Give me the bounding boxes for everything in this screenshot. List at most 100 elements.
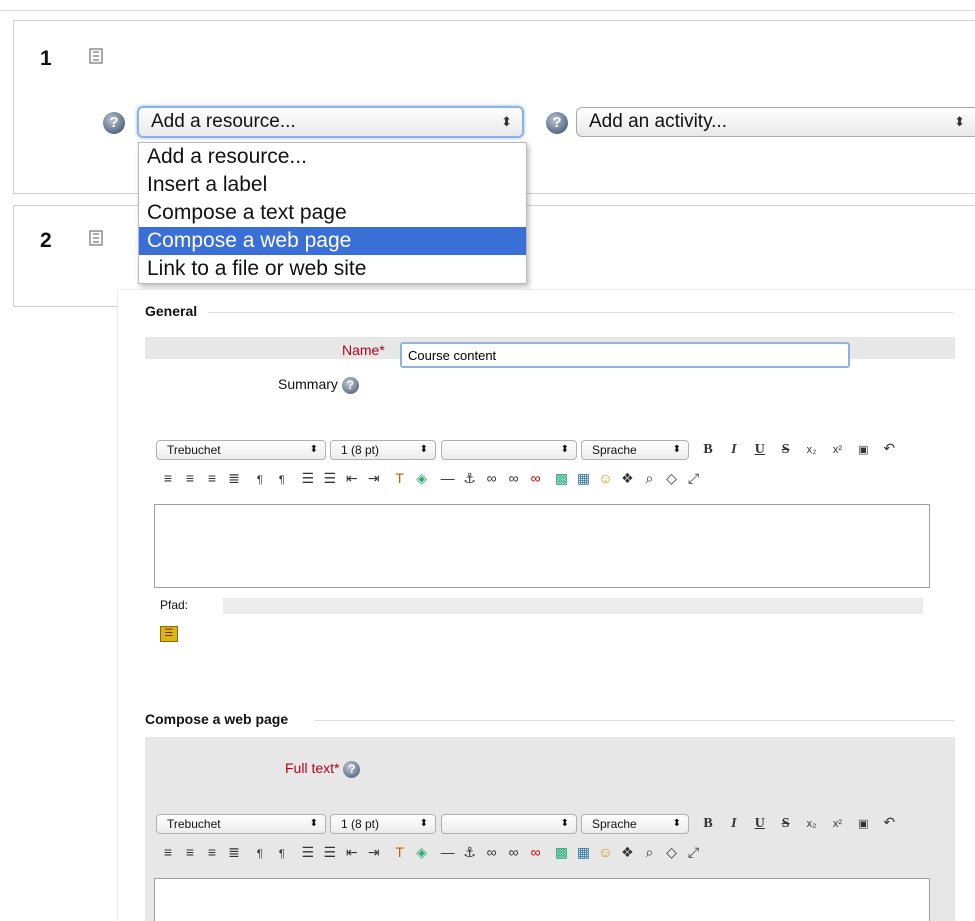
- horizontal-rule-icon[interactable]: —: [438, 468, 458, 488]
- font-size-select[interactable]: 1 (8 pt) ⬍: [330, 814, 436, 834]
- select-arrows-icon: ⬍: [560, 444, 569, 455]
- text-color-icon[interactable]: T: [390, 468, 410, 488]
- justify-icon[interactable]: ≣: [224, 468, 244, 488]
- italic-button[interactable]: I: [724, 440, 744, 460]
- html-source-icon[interactable]: ◇: [661, 468, 681, 488]
- unlink-icon[interactable]: ∞: [504, 468, 524, 488]
- superscript-button[interactable]: x²: [827, 440, 847, 460]
- help-icon[interactable]: ?: [343, 760, 361, 778]
- name-label: Name*: [342, 342, 385, 358]
- summary-editor-area[interactable]: [154, 504, 930, 588]
- indent-icon[interactable]: ⇥: [364, 468, 384, 488]
- outdent-icon[interactable]: ⇤: [342, 468, 362, 488]
- select-arrows-icon: ⬍: [419, 444, 428, 455]
- underline-button[interactable]: U: [750, 814, 770, 834]
- general-legend: General: [145, 303, 198, 319]
- image-icon[interactable]: ▩: [551, 468, 571, 488]
- rtl-icon[interactable]: ¶: [272, 844, 292, 864]
- align-center-icon[interactable]: ≡: [180, 842, 200, 862]
- rtl-icon[interactable]: ¶: [272, 470, 292, 490]
- menu-item-compose-web-page[interactable]: Compose a web page: [139, 227, 526, 255]
- nolink-icon[interactable]: ∞: [526, 468, 546, 488]
- move-handle-icon[interactable]: [89, 48, 103, 64]
- subscript-button[interactable]: x₂: [802, 440, 822, 460]
- select-arrows-icon: ⬍: [501, 114, 512, 129]
- anchor-icon[interactable]: ⚓: [460, 468, 480, 488]
- unordered-list-icon[interactable]: ☰: [320, 468, 340, 488]
- section-number: 2: [40, 229, 52, 252]
- underline-button[interactable]: U: [750, 440, 770, 460]
- language-select[interactable]: Sprache ⬍: [581, 440, 689, 460]
- superscript-button[interactable]: x²: [827, 814, 847, 834]
- background-color-icon[interactable]: ◈: [412, 468, 432, 488]
- language-select[interactable]: Sprache ⬍: [581, 814, 689, 834]
- italic-button[interactable]: I: [724, 814, 744, 834]
- font-size-select[interactable]: 1 (8 pt) ⬍: [330, 440, 436, 460]
- clean-word-icon[interactable]: ▣: [853, 440, 873, 460]
- html-source-icon[interactable]: ◇: [661, 842, 681, 862]
- undo-button[interactable]: ↶: [879, 438, 899, 458]
- font-family-select[interactable]: Trebuchet ⬍: [156, 440, 326, 460]
- justify-icon[interactable]: ≣: [224, 842, 244, 862]
- add-resource-select[interactable]: Add a resource... ⬍: [137, 106, 524, 138]
- unordered-list-icon[interactable]: ☰: [320, 842, 340, 862]
- special-char-icon[interactable]: ❖: [617, 842, 637, 862]
- help-icon[interactable]: ?: [103, 112, 125, 134]
- font-family-select[interactable]: Trebuchet ⬍: [156, 814, 326, 834]
- undo-button[interactable]: ↶: [879, 812, 899, 832]
- bold-button[interactable]: B: [698, 814, 718, 834]
- ltr-icon[interactable]: ¶: [250, 470, 270, 490]
- required-mark: *: [379, 342, 385, 358]
- indent-icon[interactable]: ⇥: [364, 842, 384, 862]
- search-replace-icon[interactable]: ⌕: [639, 842, 659, 862]
- nolink-icon[interactable]: ∞: [526, 842, 546, 862]
- bold-button[interactable]: B: [698, 440, 718, 460]
- align-center-icon[interactable]: ≡: [180, 468, 200, 488]
- menu-item-compose-text-page[interactable]: Compose a text page: [139, 199, 526, 227]
- formatting-buttons: B I U S x₂ x² ▣ ↶: [698, 438, 901, 460]
- add-activity-select[interactable]: Add an activity... ⬍: [576, 107, 975, 137]
- align-right-icon[interactable]: ≡: [202, 468, 222, 488]
- help-icon[interactable]: ?: [546, 112, 568, 134]
- strikethrough-button[interactable]: S: [776, 814, 796, 834]
- fullscreen-icon[interactable]: ⤢: [683, 842, 703, 862]
- unlink-icon[interactable]: ∞: [504, 842, 524, 862]
- menu-item-insert-label[interactable]: Insert a label: [139, 171, 526, 199]
- smiley-icon[interactable]: ☺: [595, 842, 615, 862]
- table-icon[interactable]: ▦: [573, 468, 593, 488]
- language-value: Sprache: [592, 817, 637, 831]
- strikethrough-button[interactable]: S: [776, 440, 796, 460]
- help-icon[interactable]: ?: [341, 376, 359, 394]
- link-icon[interactable]: ∞: [482, 468, 502, 488]
- special-char-icon[interactable]: ❖: [617, 468, 637, 488]
- edit-form-panel: General Name* Summary ? Trebuchet ⬍ 1 (8 …: [118, 290, 975, 921]
- text-color-icon[interactable]: T: [390, 842, 410, 862]
- table-icon[interactable]: ▦: [573, 842, 593, 862]
- align-left-icon[interactable]: ≡: [158, 842, 178, 862]
- outdent-icon[interactable]: ⇤: [342, 842, 362, 862]
- ordered-list-icon[interactable]: ☰: [298, 468, 318, 488]
- ordered-list-icon[interactable]: ☰: [298, 842, 318, 862]
- menu-item-add-resource[interactable]: Add a resource...: [139, 143, 526, 171]
- ltr-icon[interactable]: ¶: [250, 844, 270, 864]
- align-left-icon[interactable]: ≡: [158, 468, 178, 488]
- anchor-icon[interactable]: ⚓: [460, 842, 480, 862]
- search-replace-icon[interactable]: ⌕: [639, 468, 659, 488]
- link-icon[interactable]: ∞: [482, 842, 502, 862]
- smiley-icon[interactable]: ☺: [595, 468, 615, 488]
- menu-item-link-file-website[interactable]: Link to a file or web site: [139, 255, 526, 283]
- image-icon[interactable]: ▩: [551, 842, 571, 862]
- format-select[interactable]: ⬍: [441, 814, 577, 834]
- subscript-button[interactable]: x₂: [802, 814, 822, 834]
- format-select[interactable]: ⬍: [441, 440, 577, 460]
- horizontal-rule-icon[interactable]: —: [438, 842, 458, 862]
- move-handle-icon[interactable]: [89, 230, 103, 246]
- format-help-icon[interactable]: ☰: [160, 626, 178, 642]
- align-right-icon[interactable]: ≡: [202, 842, 222, 862]
- fulltext-editor-area[interactable]: [154, 878, 930, 921]
- clean-word-icon[interactable]: ▣: [853, 814, 873, 834]
- select-arrows-icon: ⬍: [560, 818, 569, 829]
- fullscreen-icon[interactable]: ⤢: [683, 468, 703, 488]
- background-color-icon[interactable]: ◈: [412, 842, 432, 862]
- name-input[interactable]: [400, 342, 850, 368]
